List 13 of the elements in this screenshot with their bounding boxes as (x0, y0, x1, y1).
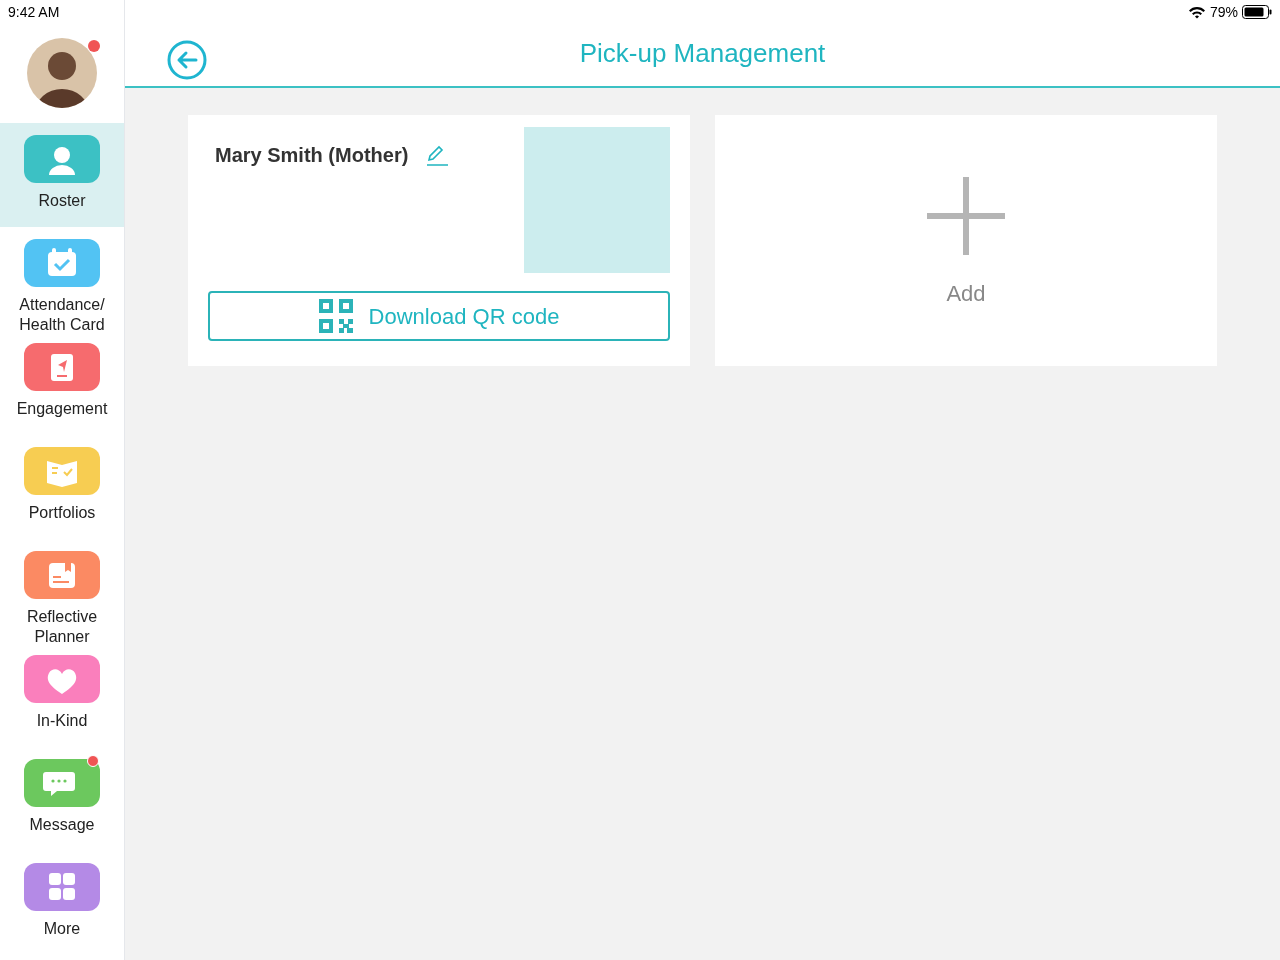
wifi-icon (1187, 5, 1206, 19)
page-title: Pick-up Management (579, 36, 826, 70)
add-button[interactable]: Add (927, 177, 1005, 310)
battery-icon (1242, 5, 1272, 19)
back-button[interactable] (167, 40, 207, 80)
plus-icon (927, 177, 1005, 255)
contact-name: Mary Smith (Mother) (215, 143, 409, 168)
battery-percent: 79% (1209, 2, 1238, 22)
back-icon (167, 40, 207, 80)
sidebar-item[interactable]: Roster (0, 123, 124, 227)
edit-icon[interactable] (424, 143, 449, 167)
status-time: 9:42 AM (8, 2, 60, 22)
qr-code-icon (318, 299, 353, 333)
